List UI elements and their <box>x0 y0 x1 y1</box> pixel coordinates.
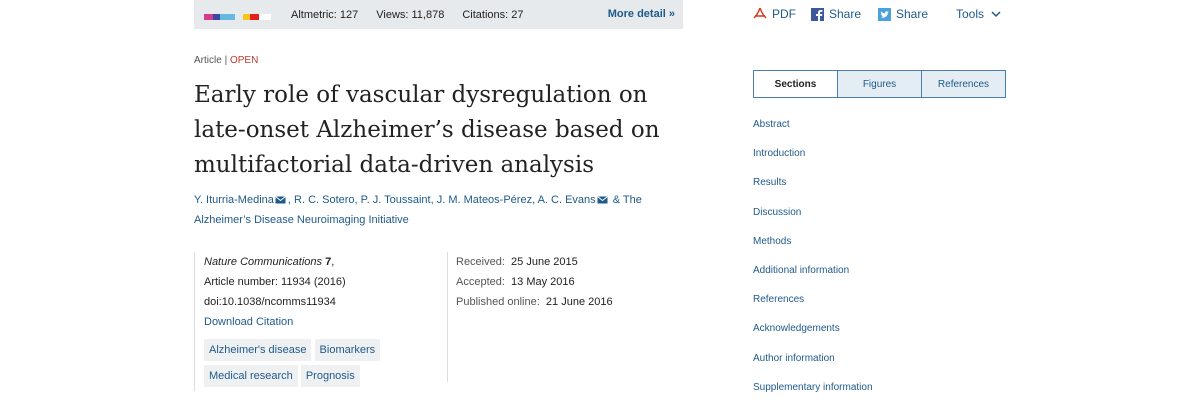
subject-tags: Alzheimer's disease Biomarkers Medical r… <box>204 339 434 391</box>
tools-menu-button[interactable]: Tools <box>956 7 1002 21</box>
facebook-share-label: Share <box>829 7 862 21</box>
subject-tag[interactable]: Biomarkers <box>314 339 381 361</box>
section-link-references[interactable]: References <box>753 290 1013 319</box>
article-number: Article number: 11934 (2016) <box>204 276 346 288</box>
section-link-results[interactable]: Results <box>753 173 1013 202</box>
author-list: Y. Iturria-Medina, R. C. Sotero, P. J. T… <box>194 194 642 226</box>
pdf-icon <box>753 7 767 19</box>
received-date: Received: 25 June 2015 <box>456 252 696 272</box>
section-link-methods[interactable]: Methods <box>753 232 1013 261</box>
published-label: Published online: <box>456 296 540 308</box>
accepted-date: Accepted: 13 May 2016 <box>456 272 696 292</box>
section-link-additional-information[interactable]: Additional information <box>753 261 1013 290</box>
views-count: Views: 11,878 <box>376 8 445 21</box>
facebook-icon <box>811 7 824 21</box>
accepted-label: Accepted: <box>456 276 505 288</box>
email-icon[interactable] <box>596 196 608 204</box>
sidebar-tabs: Sections Figures References <box>753 70 1006 98</box>
article-type: Article <box>194 55 222 66</box>
author-link[interactable]: Y. Iturria-Medina <box>194 194 274 206</box>
journal-info: Nature Communications 7, <box>204 256 335 268</box>
download-citation-link[interactable]: Download Citation <box>204 312 454 332</box>
author-link[interactable]: P. J. Toussaint <box>361 194 431 206</box>
journal-volume: 7 <box>325 256 332 268</box>
donut-segment <box>250 13 259 20</box>
section-link-abstract[interactable]: Abstract <box>753 115 1013 144</box>
published-date: Published online: 21 June 2016 <box>456 292 696 312</box>
pdf-label: PDF <box>772 7 796 21</box>
donut-segment <box>204 13 213 20</box>
publication-history: Received: 25 June 2015 Accepted: 13 May … <box>447 252 696 382</box>
citations-count: Citations: 27 <box>462 8 524 21</box>
twitter-icon <box>878 7 891 21</box>
article-metrics-bar: Altmetric: 127 Views: 11,878 Citations: … <box>194 0 683 29</box>
donut-segment <box>235 13 243 20</box>
citation-info: Nature Communications 7, Article number:… <box>194 252 454 391</box>
donut-segment <box>213 13 220 20</box>
author-link[interactable]: J. M. Mateos-Pérez <box>437 194 532 206</box>
section-link-author-information[interactable]: Author information <box>753 349 1013 378</box>
subject-tag[interactable]: Alzheimer's disease <box>204 339 312 361</box>
journal-name: Nature Communications <box>204 256 322 268</box>
doi: doi:10.1038/ncomms11934 <box>204 296 336 308</box>
section-nav: Abstract Introduction Results Discussion… <box>753 115 1013 407</box>
tab-sections[interactable]: Sections <box>754 71 837 97</box>
article-type-label: Article | OPEN <box>194 55 258 66</box>
author-link[interactable]: A. C. Evans <box>538 194 596 206</box>
pdf-button[interactable]: PDF <box>753 7 796 21</box>
donut-segment <box>243 13 250 20</box>
received-value: 25 June 2015 <box>511 256 578 268</box>
received-label: Received: <box>456 256 505 268</box>
section-link-acknowledgements[interactable]: Acknowledgements <box>753 319 1013 348</box>
section-link-supplementary-information[interactable]: Supplementary information <box>753 378 1013 407</box>
twitter-share-label: Share <box>896 7 929 21</box>
published-value: 21 June 2016 <box>545 296 613 308</box>
open-access-badge: OPEN <box>229 55 259 66</box>
article-type-separator: | <box>224 55 228 66</box>
donut-segment <box>220 13 235 20</box>
tab-figures[interactable]: Figures <box>837 71 921 97</box>
tools-label: Tools <box>956 7 985 21</box>
section-link-introduction[interactable]: Introduction <box>753 144 1013 173</box>
altmetric-donut[interactable] <box>204 10 271 20</box>
subject-tag[interactable]: Medical research <box>204 365 298 387</box>
donut-segment <box>259 13 271 20</box>
twitter-share-button[interactable]: Share <box>878 7 928 21</box>
more-detail-link[interactable]: More detail » <box>608 8 675 20</box>
chevron-down-icon <box>991 11 1001 18</box>
subject-tag[interactable]: Prognosis <box>300 365 360 387</box>
email-icon[interactable] <box>275 196 286 204</box>
altmetric-score: Altmetric: 127 <box>291 8 359 21</box>
more-detail-label: More detail <box>607 8 666 20</box>
tab-references[interactable]: References <box>921 71 1005 97</box>
author-link[interactable]: R. C. Sotero <box>294 194 355 206</box>
accepted-value: 13 May 2016 <box>511 276 575 288</box>
double-chevron-right-icon: » <box>668 8 675 20</box>
section-link-discussion[interactable]: Discussion <box>753 203 1013 232</box>
article-title: Early role of vascular dysregulation on … <box>194 82 660 178</box>
facebook-share-button[interactable]: Share <box>811 7 861 21</box>
